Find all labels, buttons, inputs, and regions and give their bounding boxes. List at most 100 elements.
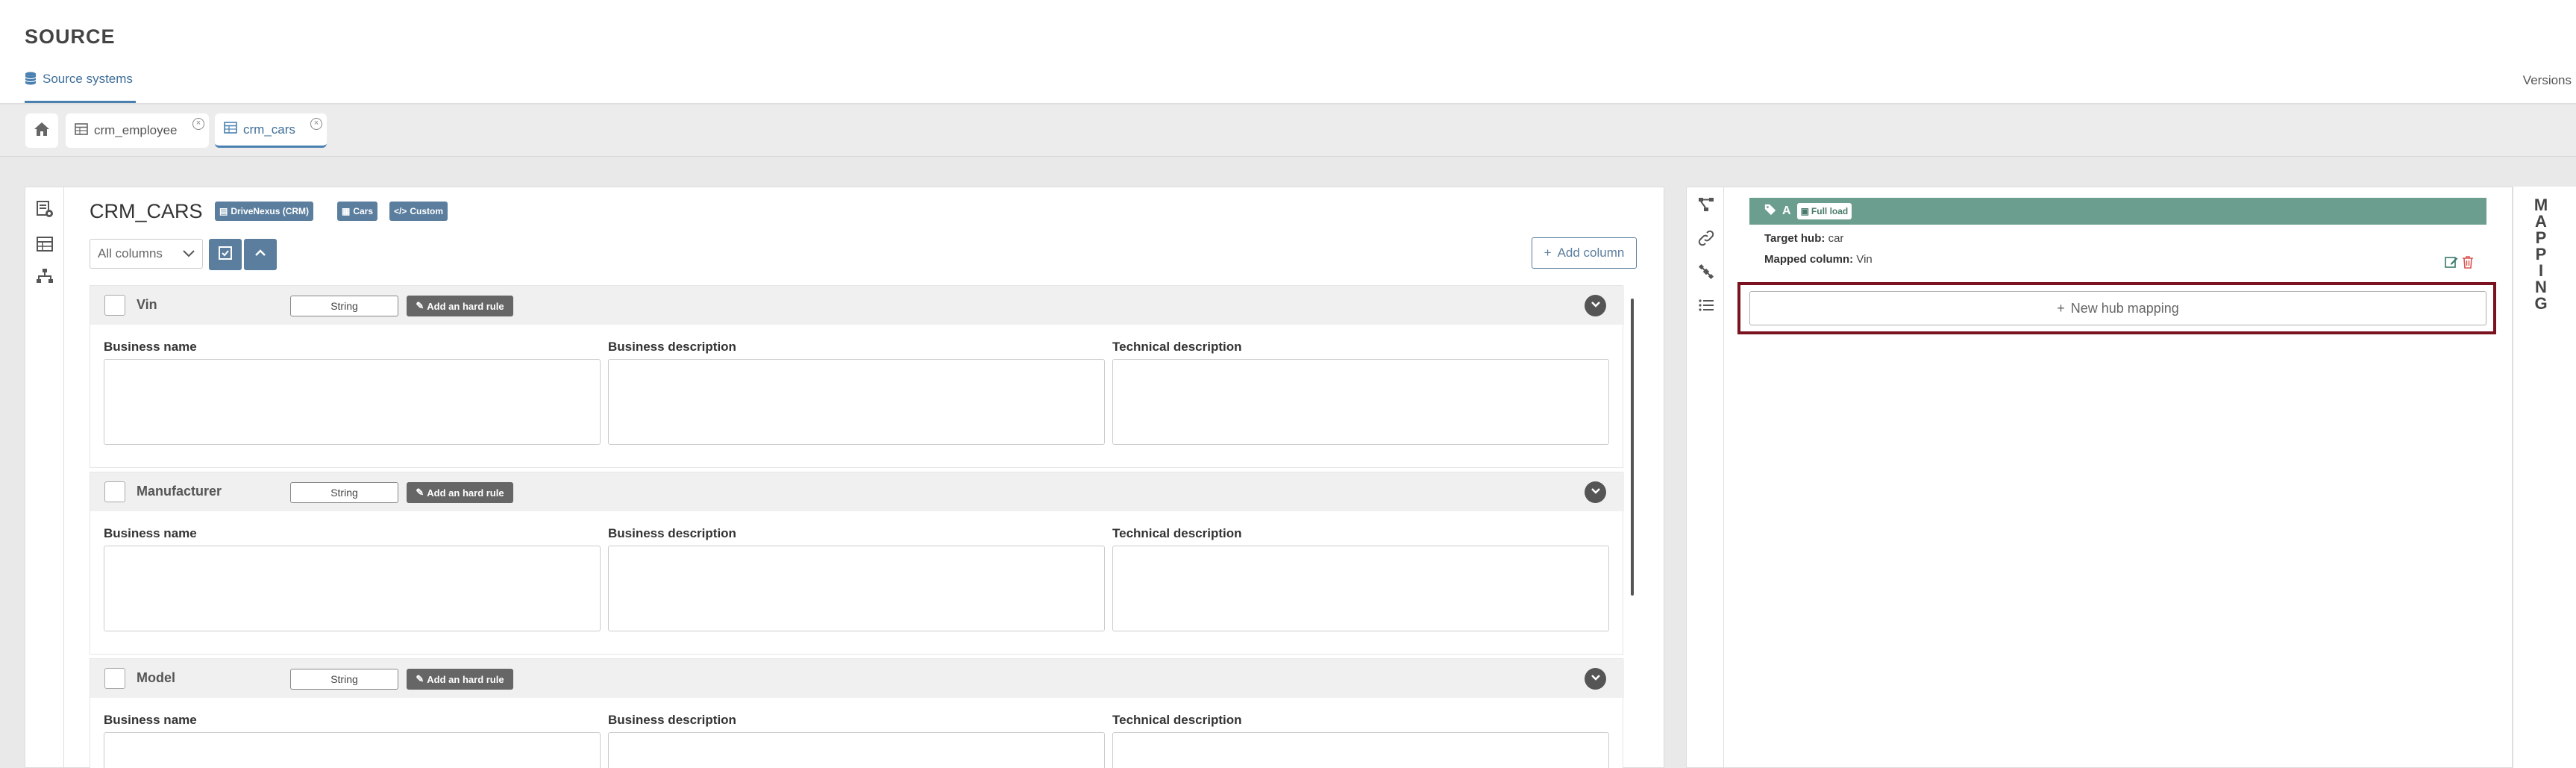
add-hard-rule-button[interactable]: ✎ Add an hard rule — [407, 482, 513, 503]
tab-source-systems[interactable]: Source systems — [25, 72, 136, 103]
column-checkbox[interactable] — [104, 668, 125, 689]
load-icon: ▣ — [1800, 206, 1809, 216]
column-block-manufacturer: Manufacturer String ✎ Add an hard rule B… — [90, 472, 1624, 655]
column-type-field[interactable]: String — [290, 296, 398, 316]
column-checkbox[interactable] — [104, 481, 125, 502]
business-description-field[interactable] — [608, 732, 1105, 768]
select-value: All columns — [98, 246, 163, 260]
left-sidebar — [25, 187, 64, 768]
delete-icon[interactable] — [2461, 255, 2475, 269]
versions-link[interactable]: Versions — [2523, 73, 2572, 88]
technical-description-field[interactable] — [1112, 359, 1609, 445]
mapped-column-value: Vin — [1856, 253, 1873, 266]
new-hub-mapping-button[interactable]: + New hub mapping — [1749, 291, 2486, 325]
column-name: Model — [137, 670, 175, 685]
add-column-button[interactable]: + Add column — [1532, 237, 1637, 269]
chevron-down-icon — [1590, 298, 1602, 313]
chevron-down-icon — [1590, 484, 1602, 500]
technical-description-field[interactable] — [1112, 732, 1609, 768]
column-type-field[interactable]: String — [290, 669, 398, 690]
type-badge: </> Custom — [389, 202, 448, 221]
business-description-field[interactable] — [608, 359, 1105, 445]
tab-crm-cars[interactable]: crm_cars × — [215, 113, 327, 148]
add-hard-rule-button[interactable]: ✎ Add an hard rule — [407, 296, 513, 316]
tab-crm-employee[interactable]: crm_employee × — [66, 113, 209, 148]
chevron-up-icon — [253, 246, 268, 264]
target-hub-value: car — [1828, 232, 1844, 245]
column-name: Vin — [137, 297, 157, 312]
title-letter: I — [2538, 261, 2544, 280]
column-filter-select[interactable]: All columns — [90, 239, 203, 269]
link-icon[interactable] — [1696, 228, 1716, 248]
tab-label: Source systems — [43, 72, 133, 86]
column-block-vin: Vin String ✎ Add an hard rule Business n… — [90, 285, 1624, 468]
home-tab[interactable] — [25, 113, 58, 148]
wrench-icon: ✎ — [416, 487, 424, 498]
title-letter: P — [2535, 245, 2547, 263]
expand-toggle[interactable] — [1585, 295, 1606, 316]
badge-label: Full load — [1811, 206, 1849, 216]
business-name-field[interactable] — [104, 359, 601, 445]
satellite-icon[interactable] — [1696, 262, 1716, 281]
expand-toggle[interactable] — [1585, 668, 1606, 690]
button-label: New hub mapping — [2070, 300, 2179, 316]
close-icon[interactable]: × — [192, 118, 204, 130]
chevron-down-icon — [1590, 671, 1602, 687]
home-icon — [34, 122, 50, 140]
column-type-field[interactable]: String — [290, 482, 398, 503]
hub-mapping-card: A ▣ Full load Target hub: car Mapped col… — [1749, 198, 2486, 277]
column-checkbox[interactable] — [104, 295, 125, 316]
mapping-letter: A — [1782, 205, 1791, 217]
column-header: Model String ✎ Add an hard rule — [90, 659, 1624, 698]
tab-label: crm_employee — [94, 123, 178, 137]
document-tab-bar: crm_employee × crm_cars × — [0, 104, 2576, 157]
plus-icon: + — [1544, 246, 1552, 260]
diagram-icon[interactable] — [1696, 195, 1716, 214]
table-icon — [224, 122, 237, 137]
column-header: Vin String ✎ Add an hard rule — [90, 286, 1624, 325]
wrench-icon: ✎ — [416, 300, 424, 311]
business-name-label: Business name — [104, 713, 197, 727]
target-hub-line: Target hub: car — [1764, 232, 1843, 245]
mapping-card-header: A ▣ Full load — [1749, 198, 2486, 225]
table-icon[interactable] — [35, 234, 54, 254]
badge-label: Cars — [353, 206, 374, 216]
collapse-all-button[interactable] — [244, 239, 277, 270]
business-name-field[interactable] — [104, 732, 601, 768]
edit-icon[interactable] — [2445, 255, 2458, 269]
business-name-label: Business name — [104, 340, 197, 354]
title-letter: G — [2534, 294, 2548, 313]
table-info-icon[interactable] — [35, 199, 54, 219]
business-description-field[interactable] — [608, 546, 1105, 631]
technical-description-field[interactable] — [1112, 546, 1609, 631]
button-label: Add an hard rule — [427, 300, 504, 312]
badge-label: DriveNexus (CRM) — [231, 206, 310, 216]
checkbox-icon — [218, 246, 233, 264]
technical-description-label: Technical description — [1112, 713, 1242, 727]
mapping-vertical-title[interactable]: M A P P I N G — [2532, 197, 2550, 312]
page-header — [0, 0, 2576, 104]
target-hub-label: Target hub: — [1764, 232, 1826, 245]
business-description-label: Business description — [608, 340, 736, 354]
table-icon: ▦ — [342, 206, 351, 216]
table-icon — [75, 122, 88, 139]
table-title: CRM_CARS — [90, 200, 203, 222]
scrollbar[interactable] — [1631, 299, 1634, 596]
business-name-label: Business name — [104, 526, 197, 540]
technical-description-label: Technical description — [1112, 340, 1242, 354]
button-label: Add an hard rule — [427, 673, 504, 685]
expand-toggle[interactable] — [1585, 481, 1606, 503]
wrench-icon: ✎ — [416, 673, 424, 684]
select-all-button[interactable] — [209, 239, 242, 270]
hierarchy-icon[interactable] — [35, 266, 54, 286]
column-header: Manufacturer String ✎ Add an hard rule — [90, 472, 1624, 511]
code-icon: </> — [394, 206, 407, 216]
database-icon: ▤ — [219, 206, 228, 216]
right-sidebar — [1687, 187, 1724, 768]
close-icon[interactable]: × — [310, 118, 322, 130]
mapped-column-line: Mapped column: Vin — [1764, 253, 1873, 266]
list-icon[interactable] — [1696, 296, 1716, 315]
tab-label: crm_cars — [243, 122, 295, 137]
business-name-field[interactable] — [104, 546, 601, 631]
add-hard-rule-button[interactable]: ✎ Add an hard rule — [407, 669, 513, 690]
